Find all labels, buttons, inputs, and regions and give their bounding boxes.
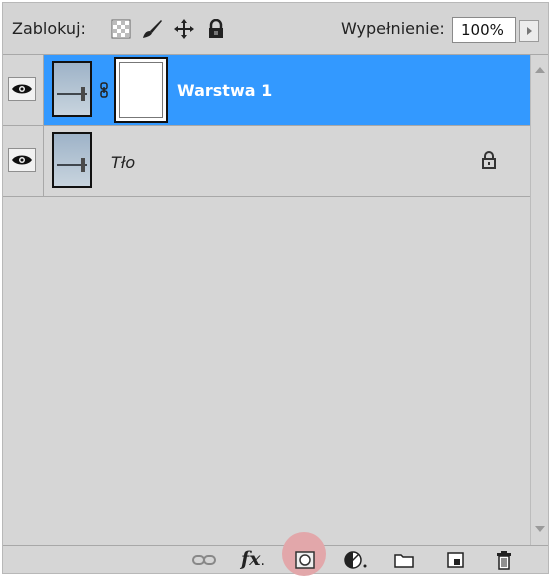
layers-scrollbar[interactable] xyxy=(530,55,548,545)
layer-row-tlo[interactable]: Tło xyxy=(3,126,530,197)
trash-icon[interactable] xyxy=(494,550,514,570)
layers-bottom-toolbar: fx. xyxy=(3,532,548,576)
layer-mask-thumbnail[interactable] xyxy=(114,57,168,123)
layer-name[interactable]: Warstwa 1 xyxy=(177,81,272,100)
layer-name[interactable]: Tło xyxy=(111,153,135,172)
fill-slider-button[interactable] xyxy=(519,20,539,42)
fx-icon[interactable]: fx. xyxy=(241,548,265,570)
new-group-icon[interactable] xyxy=(393,550,415,570)
layers-toolbar: Zablokuj: Wypełnienie: 100% xyxy=(3,3,548,55)
layers-panel: Zablokuj: Wypełnienie: 100% Warstwa 1 Tł… xyxy=(2,2,549,576)
eye-icon[interactable] xyxy=(8,77,36,101)
add-mask-icon[interactable] xyxy=(294,550,316,570)
visibility-cell xyxy=(3,126,44,196)
layer-thumbnail xyxy=(52,61,92,117)
new-layer-icon[interactable] xyxy=(445,550,467,570)
fill-input[interactable]: 100% xyxy=(452,17,516,43)
chevron-right-icon xyxy=(527,27,532,35)
adjustment-layer-icon[interactable] xyxy=(343,550,369,570)
eye-icon[interactable] xyxy=(8,148,36,172)
lock-brush-icon[interactable] xyxy=(141,19,162,39)
lock-all-icon[interactable] xyxy=(206,19,226,39)
lock-label: Zablokuj: xyxy=(12,19,86,38)
visibility-cell xyxy=(3,55,44,125)
layer-row-warstwa-1[interactable]: Warstwa 1 xyxy=(3,55,530,126)
fill-label: Wypełnienie: xyxy=(341,19,445,38)
layers-list: Warstwa 1 Tło xyxy=(3,55,530,545)
scroll-up-icon[interactable] xyxy=(535,67,545,73)
mask-link-icon[interactable] xyxy=(99,82,109,98)
lock-transparent-icon[interactable] xyxy=(111,19,131,39)
lock-icon xyxy=(479,150,499,170)
fx-label: fx xyxy=(241,548,261,570)
layer-thumbnail xyxy=(52,132,92,188)
scroll-down-icon[interactable] xyxy=(535,526,545,532)
lock-move-icon[interactable] xyxy=(173,19,194,39)
link-layers-icon[interactable] xyxy=(191,550,217,570)
